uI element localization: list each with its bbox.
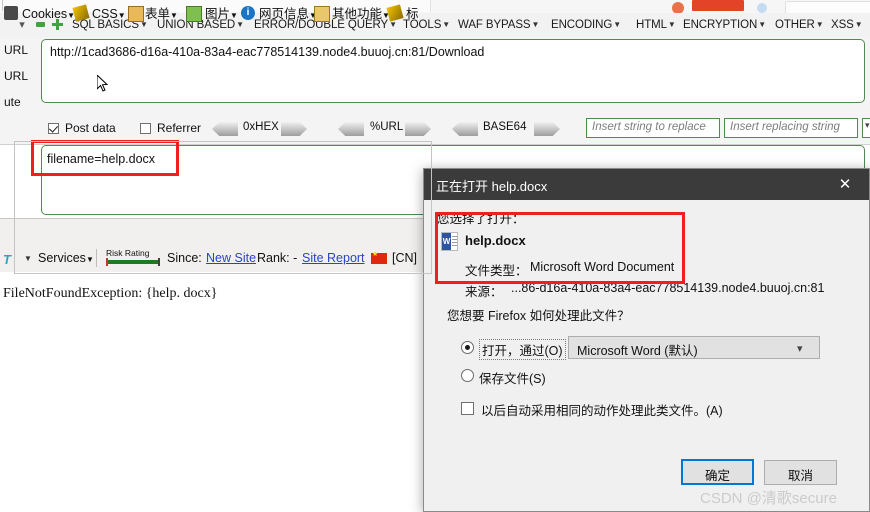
menu-waf-bypass[interactable]: WAF BYPASS▼ <box>458 17 539 34</box>
caret-icon: ▼ <box>442 20 451 29</box>
caret-icon: ▼ <box>613 20 622 29</box>
caret-icon: ▼ <box>667 20 676 29</box>
execute-label: ute <box>4 95 21 109</box>
arrow-left-icon[interactable] <box>212 122 238 136</box>
radio-open-with-label: 打开，通过(O) <box>479 339 566 360</box>
info-icon: i <box>241 6 255 20</box>
arrow-right-icon[interactable] <box>534 122 560 136</box>
url-input[interactable]: http://1cad3686-d16a-410a-83a4-eac778514… <box>41 39 865 103</box>
arrow-right-icon[interactable] <box>281 122 307 136</box>
application-select-value: Microsoft Word (默认) <box>577 344 698 358</box>
fieldset-legend: 您想要 Firefox 如何处理此文件？ <box>443 305 634 324</box>
menu-xss[interactable]: XSS▼ <box>831 17 863 34</box>
radio-save-file[interactable] <box>461 369 474 382</box>
browser-tab[interactable] <box>2 0 3 11</box>
url-encode-label: %URL <box>370 121 404 133</box>
ok-button[interactable]: 确定 <box>681 459 754 485</box>
url-label-1: URL <box>4 43 29 57</box>
menu-label: ENCODING <box>551 19 613 31</box>
mouse-pointer-icon <box>97 75 109 92</box>
replace-string-input[interactable]: Insert replacing string <box>724 118 858 138</box>
toolbar-label: Cookies <box>22 7 68 21</box>
exception-message: . FileNotFoundException: {help. docx} <box>0 286 218 301</box>
replace-string-placeholder: Insert replacing string <box>730 121 840 133</box>
caret-icon: ▼ <box>531 20 540 29</box>
toolbar-css[interactable]: CSS▼ <box>92 5 126 23</box>
arrow-left-icon[interactable] <box>452 122 478 136</box>
radio-open-with[interactable] <box>461 341 474 354</box>
clipboard-icon <box>128 6 144 22</box>
toolbar-images[interactable]: 图片▼ <box>205 5 238 23</box>
handling-fieldset <box>14 141 432 274</box>
hex-label: 0xHEX <box>243 121 279 133</box>
caret-icon: ▼ <box>815 20 824 29</box>
watermark: CSDN @清歌secure <box>700 490 837 507</box>
referrer-checkbox[interactable] <box>140 123 151 134</box>
caret-icon: ▼ <box>758 20 767 29</box>
radio-save-file-label: 保存文件(S) <box>479 372 546 386</box>
search-string-placeholder: Insert string to replace <box>592 121 706 133</box>
dialog-titlebar: 正在打开 help.docx ✕ <box>424 169 869 200</box>
remember-choice-label: 以后自动采用相同的动作处理此类文件。(A) <box>481 404 723 418</box>
arrow-right-icon[interactable] <box>405 122 431 136</box>
menu-other[interactable]: OTHER▼ <box>775 17 824 34</box>
ok-button-label: 确定 <box>704 469 730 483</box>
close-icon[interactable]: ✕ <box>828 173 862 197</box>
brand-logo: T <box>3 252 11 267</box>
menu-label: ENCRYPTION <box>683 19 758 31</box>
base64-label: BASE64 <box>483 121 527 133</box>
remember-choice-checkbox[interactable] <box>461 402 474 415</box>
toolbar-label: CSS <box>92 7 118 21</box>
menu-html[interactable]: HTML▼ <box>636 17 676 34</box>
image-icon <box>186 6 202 22</box>
toolbar-label: 图片 <box>205 7 231 21</box>
toolbar-other-tools[interactable]: 其他功能▼ <box>332 5 390 23</box>
toolbar-markup[interactable]: 标 <box>406 5 419 23</box>
menu-label: OTHER <box>775 19 815 31</box>
caret-icon: ▼ <box>854 20 863 29</box>
toolbar-label: 网页信息 <box>259 7 310 21</box>
menu-encoding[interactable]: ENCODING▼ <box>551 17 621 34</box>
dialog-title: 正在打开 help.docx <box>436 179 548 194</box>
url-input-value: http://1cad3686-d16a-410a-83a4-eac778514… <box>50 45 485 59</box>
cancel-button-label: 取消 <box>787 469 813 483</box>
menu-encryption[interactable]: ENCRYPTION▼ <box>683 17 766 34</box>
toolbar-label: 标 <box>406 7 419 21</box>
toolbar-page-info[interactable]: 网页信息▼ <box>259 5 317 23</box>
toolbar-label: 表单 <box>145 7 171 21</box>
menu-label: XSS <box>831 19 854 31</box>
account-icon[interactable] <box>757 3 767 13</box>
toolbar-forms[interactable]: 表单▼ <box>145 5 178 23</box>
book-icon <box>314 6 330 22</box>
post-data-checkbox[interactable] <box>48 123 59 134</box>
replace-options-dropdown[interactable] <box>862 118 870 138</box>
referrer-label: Referrer <box>157 121 202 135</box>
application-select[interactable]: Microsoft Word (默认) ▾ <box>568 336 820 359</box>
url-label-2: URL <box>4 69 29 83</box>
chevron-down-icon: ▾ <box>797 343 803 355</box>
cancel-button[interactable]: 取消 <box>764 460 837 485</box>
menu-label: HTML <box>636 19 667 31</box>
menu-label: WAF BYPASS <box>458 19 531 31</box>
post-data-label: Post data <box>65 121 116 135</box>
toolbar-label: 其他功能 <box>332 7 383 21</box>
cookies-icon <box>4 6 18 20</box>
highlighted-toolbar-button[interactable] <box>692 0 744 11</box>
arrow-left-icon[interactable] <box>338 122 364 136</box>
search-string-input[interactable]: Insert string to replace <box>586 118 720 138</box>
toolbar-cookies[interactable]: Cookies▼ <box>22 5 75 23</box>
red-annotation-box-dialog <box>435 212 685 284</box>
